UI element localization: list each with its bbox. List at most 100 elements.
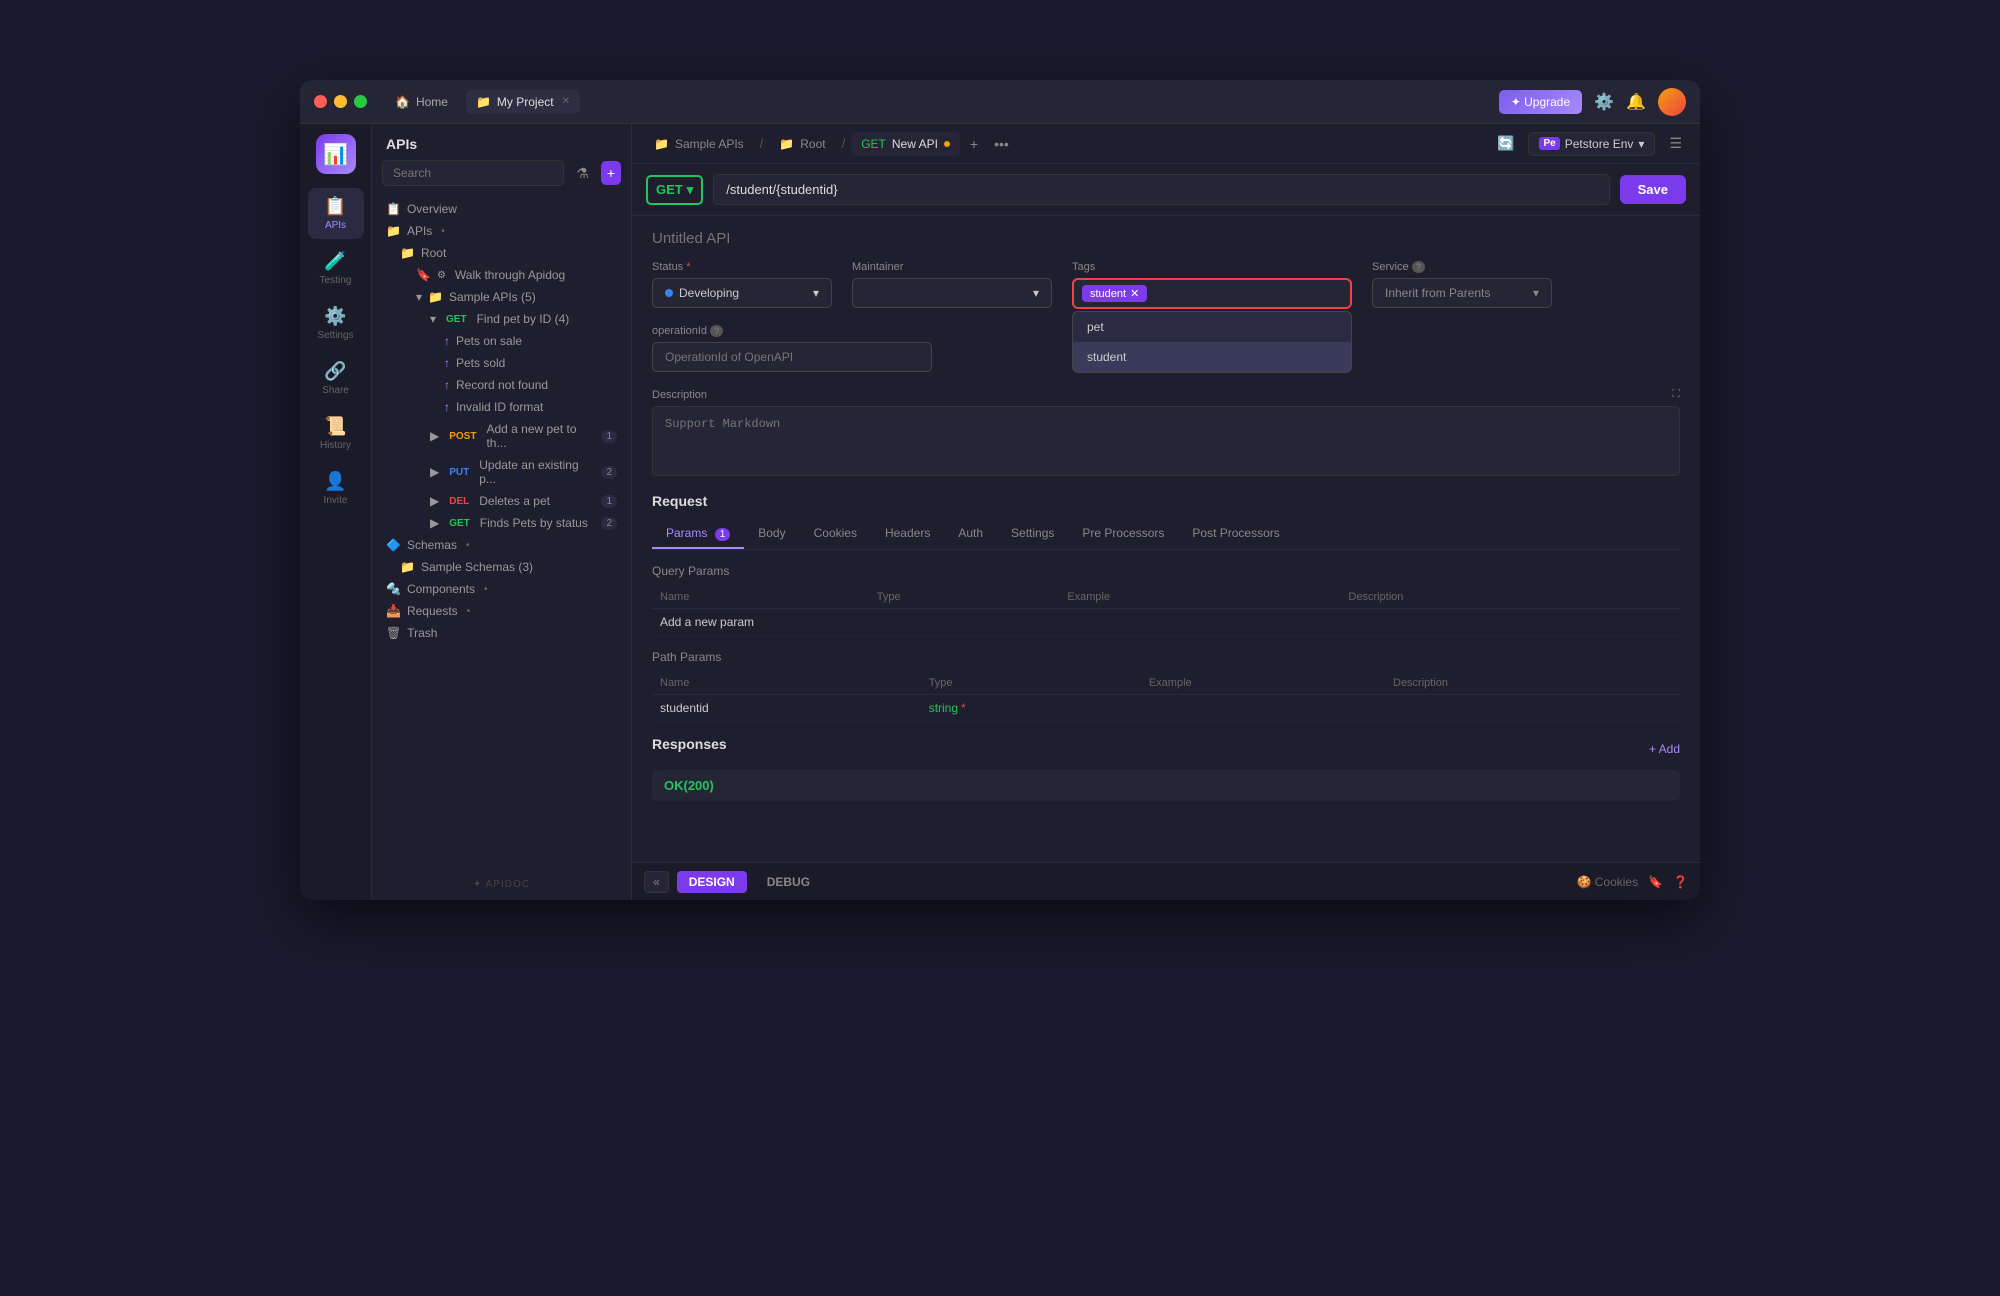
tags-input-container[interactable]: student ✕ pet student — [1072, 278, 1352, 309]
maintainer-select[interactable]: ▾ — [852, 278, 1052, 308]
operation-id-input[interactable] — [652, 342, 932, 372]
env-selector[interactable]: Pe Petstore Env ▾ — [1528, 132, 1655, 156]
tree-item-walkthrough[interactable]: 🔖 ⚙ Walk through Apidog — [372, 264, 631, 286]
tree-item-pets-on-sale[interactable]: ↑ Pets on sale — [372, 330, 631, 352]
tree-item-schemas[interactable]: 🔷 Schemas • — [372, 534, 631, 556]
collapse-button[interactable]: « — [644, 871, 669, 893]
design-tab-button[interactable]: DESIGN — [677, 871, 747, 893]
tab-post-processors[interactable]: Post Processors — [1178, 519, 1293, 549]
status-dot — [665, 289, 673, 297]
bookmark-icon: 🔖 — [416, 268, 431, 282]
tag-remove-icon[interactable]: ✕ — [1130, 287, 1139, 300]
save-button[interactable]: Save — [1620, 175, 1686, 204]
menu-icon[interactable]: ☰ — [1663, 131, 1688, 156]
tab-new-api[interactable]: GET New API — [851, 132, 960, 156]
col-example: Example — [1059, 586, 1340, 609]
tree-item-put-update[interactable]: ▶ PUT Update an existing p... 2 — [372, 454, 631, 490]
add-query-param-row[interactable]: Add a new param — [652, 609, 1680, 636]
api-title-input[interactable] — [652, 230, 952, 247]
response-ok-row[interactable]: OK(200) — [652, 770, 1680, 801]
add-tab-button[interactable]: + — [964, 132, 984, 156]
tree-item-del-pet[interactable]: ▶ DEL Deletes a pet 1 — [372, 490, 631, 512]
bookmark-bottom-icon[interactable]: 🔖 — [1648, 875, 1663, 889]
tab-cookies[interactable]: Cookies — [800, 519, 871, 549]
debug-tab-button[interactable]: DEBUG — [755, 871, 822, 893]
description-textarea[interactable] — [652, 406, 1680, 476]
service-group: Service ? Inherit from Parents ▾ — [1372, 261, 1552, 308]
sync-icon[interactable]: 🔄 — [1491, 131, 1520, 156]
tree-item-record-not-found[interactable]: ↑ Record not found — [372, 374, 631, 396]
requests-icon: 📥 — [386, 604, 401, 618]
tags-group: Tags student ✕ pet student — [1072, 261, 1352, 309]
tag-input[interactable] — [1152, 287, 1307, 301]
tab-close-icon[interactable]: ✕ — [562, 96, 570, 107]
tab-pre-processors[interactable]: Pre Processors — [1068, 519, 1178, 549]
method-selector[interactable]: GET ▾ — [646, 175, 703, 205]
sidebar-item-invite[interactable]: 👤 Invite — [308, 463, 364, 514]
tree-item-invalid-id[interactable]: ↑ Invalid ID format — [372, 396, 631, 418]
avatar[interactable] — [1658, 88, 1686, 116]
tree-item-sample-apis[interactable]: ▾ 📁 Sample APIs (5) — [372, 286, 631, 308]
app-logo[interactable]: 📊 — [316, 134, 356, 174]
tree-item-get-finds-pets[interactable]: ▶ GET Finds Pets by status 2 — [372, 512, 631, 534]
tab-headers[interactable]: Headers — [871, 519, 944, 549]
tab-body[interactable]: Body — [744, 519, 799, 549]
main-content: 📁 Sample APIs / 📁 Root / GET New API + •… — [632, 124, 1700, 900]
sidebar-item-apis[interactable]: 📋 APIs — [308, 188, 364, 239]
search-input[interactable] — [382, 160, 564, 186]
maintainer-group: Maintainer ▾ — [852, 261, 1052, 308]
unsaved-dot — [944, 141, 950, 147]
content-area: Status * Developing ▾ Maintainer ▾ — [632, 216, 1700, 862]
dropdown-item-student[interactable]: student — [1073, 342, 1351, 372]
method-get-badge2: GET — [445, 517, 474, 530]
tree-item-overview[interactable]: 📋 Overview — [372, 198, 631, 220]
main-layout: 📊 📋 APIs 🧪 Testing ⚙️ Settings 🔗 Share 📜… — [300, 124, 1700, 900]
minimize-button[interactable] — [334, 95, 347, 108]
tag-student-chip[interactable]: student ✕ — [1082, 285, 1147, 302]
expand-icon[interactable]: ⛶ — [1672, 388, 1680, 401]
tab-auth[interactable]: Auth — [944, 519, 997, 549]
tree-item-pets-sold[interactable]: ↑ Pets sold — [372, 352, 631, 374]
tab-settings[interactable]: Settings — [997, 519, 1068, 549]
tab-params[interactable]: Params 1 — [652, 519, 744, 549]
add-response-button[interactable]: + Add — [1649, 742, 1680, 756]
tree-item-sample-schemas[interactable]: 📁 Sample Schemas (3) — [372, 556, 631, 578]
folder-icon: 📁 — [400, 246, 415, 260]
status-select[interactable]: Developing ▾ — [652, 278, 832, 308]
sidebar-item-settings[interactable]: ⚙️ Settings — [308, 298, 364, 349]
maximize-button[interactable] — [354, 95, 367, 108]
description-section: Description ⛶ — [652, 388, 1680, 479]
settings-icon[interactable]: ⚙️ — [1594, 92, 1614, 112]
tabs-right: 🔄 Pe Petstore Env ▾ ☰ — [1491, 131, 1688, 156]
tab-sample-apis[interactable]: 📁 Sample APIs — [644, 132, 754, 156]
tree-item-trash[interactable]: 🗑 Trash — [372, 622, 631, 644]
add-api-button[interactable]: + — [601, 161, 621, 185]
service-select[interactable]: Inherit from Parents ▾ — [1372, 278, 1552, 308]
titlebar-right: ✦ Upgrade ⚙️ 🔔 — [1499, 88, 1686, 116]
more-tabs-button[interactable]: ••• — [988, 132, 1015, 156]
tree-item-get-find-pet[interactable]: ▾ GET Find pet by ID (4) — [372, 308, 631, 330]
tree-item-root[interactable]: 📁 Root — [372, 242, 631, 264]
sidebar-item-history[interactable]: 📜 History — [308, 408, 364, 459]
tree-item-post-add-pet[interactable]: ▶ POST Add a new pet to th... 1 — [372, 418, 631, 454]
sidebar-item-share[interactable]: 🔗 Share — [308, 353, 364, 404]
tree-item-components[interactable]: 🔩 Components • — [372, 578, 631, 600]
tab-home[interactable]: 🏠 Home — [385, 90, 458, 114]
help-bottom-icon[interactable]: ❓ — [1673, 875, 1688, 889]
cookies-button[interactable]: 🍪 Cookies — [1576, 875, 1638, 889]
path-param-row-studentid: studentid string* — [652, 695, 1680, 722]
tab-root[interactable]: 📁 Root — [769, 132, 835, 156]
filter-button[interactable]: ⚗ — [570, 161, 595, 186]
path-params-title: Path Params — [652, 650, 1680, 664]
left-panel: APIs ⚗ + 📋 Overview 📁 APIs • — [372, 124, 632, 900]
notifications-icon[interactable]: 🔔 — [1626, 92, 1646, 112]
project-icon: 📁 — [476, 95, 491, 109]
close-button[interactable] — [314, 95, 327, 108]
dropdown-item-pet[interactable]: pet — [1073, 312, 1351, 342]
sidebar-item-testing[interactable]: 🧪 Testing — [308, 243, 364, 294]
url-input[interactable] — [713, 174, 1609, 205]
upgrade-button[interactable]: ✦ Upgrade — [1499, 90, 1582, 114]
tree-item-requests[interactable]: 📥 Requests • — [372, 600, 631, 622]
tree-item-apis[interactable]: 📁 APIs • — [372, 220, 631, 242]
tab-project[interactable]: 📁 My Project ✕ — [466, 90, 580, 114]
